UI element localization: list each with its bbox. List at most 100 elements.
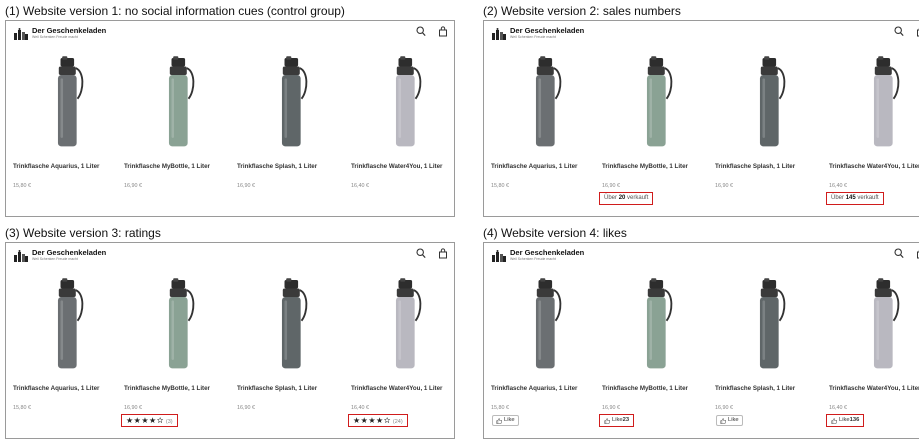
product-card[interactable]: Trinkflasche Aquarius, 1 Liter 15,80 € Lik… — [491, 267, 603, 437]
like-cue: Like — [712, 414, 747, 427]
product-image[interactable] — [124, 47, 236, 161]
brand-tagline: Weil Schenken Freude macht — [510, 257, 556, 261]
product-name[interactable]: Trinkflasche Water4You, 1 Liter — [351, 385, 454, 393]
product-image[interactable] — [13, 47, 125, 161]
product-image[interactable] — [491, 269, 603, 383]
like-button[interactable]: Like 136 — [831, 416, 859, 425]
star-rating: ★★★★✫ (3) — [121, 414, 178, 427]
brand[interactable]: Der Geschenkeladen Weil Schenken Freude m… — [492, 248, 584, 264]
bag-icon[interactable] — [438, 26, 448, 37]
product-card[interactable]: Trinkflasche MyBottle, 1 Liter 16,90 € ★★★… — [121, 267, 236, 437]
product-image[interactable] — [715, 269, 827, 383]
product-name[interactable]: Trinkflasche Splash, 1 Liter — [237, 163, 349, 171]
product-price: 16,40 € — [829, 405, 847, 411]
thumbs-up-icon — [720, 417, 728, 424]
product-price: 16,90 € — [715, 183, 733, 189]
product-name[interactable]: Trinkflasche MyBottle, 1 Liter — [124, 163, 236, 171]
product-name[interactable]: Trinkflasche Water4You, 1 Liter — [351, 163, 454, 171]
product-card[interactable]: Trinkflasche Water4You, 1 Liter 16,40 € Üb… — [826, 45, 919, 215]
product-card[interactable]: Trinkflasche Water4You, 1 Liter 16,40 € Li… — [826, 267, 919, 437]
brand[interactable]: Der Geschenkeladen Weil Schenken Freude m… — [14, 248, 106, 264]
like-button[interactable]: Like — [492, 415, 519, 426]
brand-name: Der Geschenkeladen — [32, 248, 107, 257]
header-icons — [894, 248, 919, 259]
product-name[interactable]: Trinkflasche MyBottle, 1 Liter — [124, 385, 236, 393]
product-card[interactable]: Trinkflasche Water4You, 1 Liter 16,40 € — [351, 45, 454, 215]
product-image[interactable] — [829, 47, 919, 161]
product-name[interactable]: Trinkflasche Aquarius, 1 Liter — [13, 163, 125, 171]
panel-caption: (1) Website version 1: no social informa… — [5, 4, 345, 18]
product-image[interactable] — [829, 269, 919, 383]
product-price: 15,80 € — [491, 183, 509, 189]
brand-tagline: Weil Schenken Freude macht — [32, 257, 78, 261]
header-icons — [894, 26, 919, 37]
header-icons — [416, 248, 448, 259]
product-card[interactable]: Trinkflasche Aquarius, 1 Liter 15,80 € — [13, 45, 125, 215]
like-button[interactable]: Like 23 — [604, 416, 629, 425]
like-label: Like — [504, 417, 515, 423]
bag-icon[interactable] — [438, 248, 448, 259]
like-label: Like — [728, 417, 739, 423]
sales-prefix: Über — [831, 195, 845, 201]
panel-version-4: (4) Website version 4: likes Der Geschenk… — [483, 225, 919, 439]
like-cue: Like 136 — [826, 414, 865, 427]
product-name[interactable]: Trinkflasche Water4You, 1 Liter — [829, 163, 919, 171]
product-card[interactable]: Trinkflasche Splash, 1 Liter 16,90 € — [237, 267, 349, 437]
sales-suffix: verkauft — [627, 195, 649, 201]
product-price: 16,90 € — [237, 405, 255, 411]
sales-prefix: Über — [604, 195, 618, 201]
star-icon: ★★★★✫ — [126, 416, 164, 425]
sales-number: Über 145 verkauft — [826, 192, 884, 205]
product-name[interactable]: Trinkflasche Splash, 1 Liter — [715, 163, 827, 171]
product-name[interactable]: Trinkflasche Aquarius, 1 Liter — [13, 385, 125, 393]
like-button[interactable]: Like — [716, 415, 743, 426]
brand-name: Der Geschenkeladen — [32, 26, 107, 35]
product-price: 16,90 € — [602, 405, 620, 411]
product-card[interactable]: Trinkflasche Splash, 1 Liter 16,90 € Like — [715, 267, 827, 437]
search-icon[interactable] — [894, 248, 904, 259]
product-image[interactable] — [13, 269, 125, 383]
product-card[interactable]: Trinkflasche MyBottle, 1 Liter 16,90 € Lik… — [599, 267, 714, 437]
panel-version-3: (3) Website version 3: ratings Der Gesche… — [5, 225, 457, 439]
product-image[interactable] — [351, 47, 454, 161]
product-price: 15,80 € — [13, 405, 31, 411]
website-screenshot: Der Geschenkeladen Weil Schenken Freude m… — [5, 20, 455, 217]
product-image[interactable] — [491, 47, 603, 161]
panel-version-2: (2) Website version 2: sales numbers Der … — [483, 3, 919, 217]
product-name[interactable]: Trinkflasche Splash, 1 Liter — [237, 385, 349, 393]
search-icon[interactable] — [416, 26, 426, 37]
product-name[interactable]: Trinkflasche Aquarius, 1 Liter — [491, 385, 603, 393]
search-icon[interactable] — [416, 248, 426, 259]
product-name[interactable]: Trinkflasche MyBottle, 1 Liter — [602, 163, 714, 171]
product-card[interactable]: Trinkflasche Aquarius, 1 Liter 15,80 € — [13, 267, 125, 437]
brand[interactable]: Der Geschenkeladen Weil Schenken Freude m… — [14, 26, 106, 42]
brand[interactable]: Der Geschenkeladen Weil Schenken Freude m… — [492, 26, 584, 42]
product-card[interactable]: Trinkflasche Splash, 1 Liter 16,90 € — [715, 45, 827, 215]
product-name[interactable]: Trinkflasche Splash, 1 Liter — [715, 385, 827, 393]
website-screenshot: Der Geschenkeladen Weil Schenken Freude m… — [483, 20, 919, 217]
brand-tagline: Weil Schenken Freude macht — [510, 35, 556, 39]
product-card[interactable]: Trinkflasche MyBottle, 1 Liter 16,90 € Übe… — [599, 45, 714, 215]
product-image[interactable] — [124, 269, 236, 383]
product-price: 16,90 € — [715, 405, 733, 411]
panel-caption: (2) Website version 2: sales numbers — [483, 4, 681, 18]
product-price: 16,90 € — [602, 183, 620, 189]
product-image[interactable] — [602, 269, 714, 383]
product-grid: Trinkflasche Aquarius, 1 Liter 15,80 € Tri… — [484, 45, 919, 215]
product-image[interactable] — [351, 269, 454, 383]
product-card[interactable]: Trinkflasche MyBottle, 1 Liter 16,90 € — [124, 45, 236, 215]
product-card[interactable]: Trinkflasche Water4You, 1 Liter 16,40 € ★★… — [348, 267, 454, 437]
product-image[interactable] — [237, 269, 349, 383]
product-image[interactable] — [602, 47, 714, 161]
product-card[interactable]: Trinkflasche Aquarius, 1 Liter 15,80 € — [491, 45, 603, 215]
product-name[interactable]: Trinkflasche Water4You, 1 Liter — [829, 385, 919, 393]
search-icon[interactable] — [894, 26, 904, 37]
product-image[interactable] — [715, 47, 827, 161]
panel-version-1: (1) Website version 1: no social informa… — [5, 3, 457, 217]
like-count: 136 — [849, 417, 860, 423]
product-card[interactable]: Trinkflasche Splash, 1 Liter 16,90 € — [237, 45, 349, 215]
product-name[interactable]: Trinkflasche Aquarius, 1 Liter — [491, 163, 603, 171]
product-name[interactable]: Trinkflasche MyBottle, 1 Liter — [602, 385, 714, 393]
product-image[interactable] — [237, 47, 349, 161]
panel-caption: (4) Website version 4: likes — [483, 226, 627, 240]
